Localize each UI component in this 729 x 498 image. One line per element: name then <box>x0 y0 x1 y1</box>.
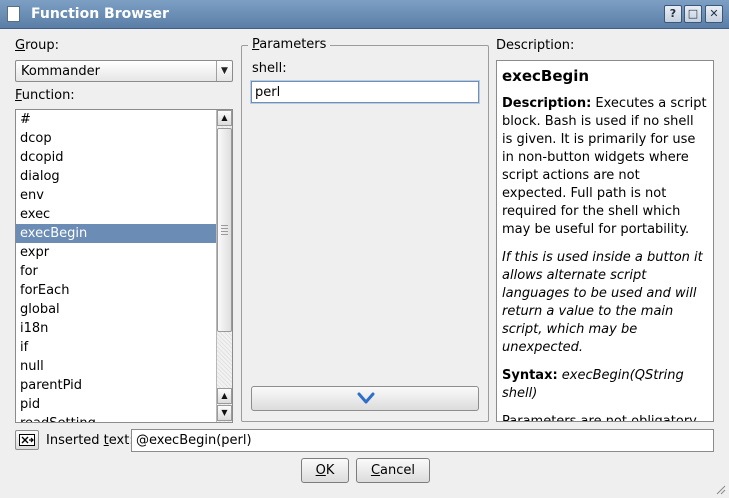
scroll-up-button-lower[interactable]: ▲ <box>217 388 232 404</box>
group-label: Group: <box>15 38 59 53</box>
window-icon[interactable] <box>7 6 20 22</box>
list-item[interactable]: readSetting <box>16 414 217 422</box>
description-label: Description: <box>496 38 575 53</box>
function-list-scrollbar[interactable]: ▲ ▲ ▼ <box>216 110 232 422</box>
list-item[interactable]: # <box>16 110 217 129</box>
function-list-items: # dcop dcopid dialog env exec execBegin expr for… <box>16 110 217 422</box>
shell-input[interactable]: perl <box>251 81 479 103</box>
list-item[interactable]: global <box>16 300 217 319</box>
scroll-up-button[interactable]: ▲ <box>217 110 232 126</box>
arrow-up-icon: ▲ <box>221 391 228 400</box>
shell-input-value: perl <box>255 85 281 100</box>
shell-label: shell: <box>252 61 287 76</box>
inserted-text-field[interactable]: @execBegin(perl) <box>131 429 714 452</box>
insert-text-icon <box>19 434 35 446</box>
close-icon: ✕ <box>709 7 719 20</box>
parameters-note: Parameters are not obligatory. <box>502 414 700 422</box>
list-item[interactable]: dcopid <box>16 148 217 167</box>
list-item[interactable]: null <box>16 357 217 376</box>
list-item[interactable]: parentPid <box>16 376 217 395</box>
maximize-icon: □ <box>687 7 699 20</box>
arrow-down-icon: ▼ <box>221 408 228 417</box>
help-icon: ? <box>669 7 677 20</box>
list-item[interactable]: dialog <box>16 167 217 186</box>
syntax-text: Syntax: execBegin(QString shell) <box>502 368 684 401</box>
list-item[interactable]: exec <box>16 205 217 224</box>
insert-text-button[interactable] <box>15 430 39 450</box>
chevron-down-icon[interactable]: ▼ <box>216 61 232 81</box>
description-heading: execBegin <box>502 67 590 85</box>
description-note: If this is used inside a button it allow… <box>502 250 703 355</box>
description-panel: execBegin Description: Executes a script… <box>496 60 714 422</box>
list-item[interactable]: pid <box>16 395 217 414</box>
function-list[interactable]: # dcop dcopid dialog env exec execBegin expr for… <box>15 109 233 423</box>
grip-icon <box>221 225 228 237</box>
list-item[interactable]: forEach <box>16 281 217 300</box>
list-item[interactable]: dcop <box>16 129 217 148</box>
title-bar[interactable]: Function Browser ? □ ✕ <box>0 0 729 29</box>
scroll-thumb[interactable] <box>217 128 232 332</box>
list-item[interactable]: execBegin <box>16 224 217 243</box>
ok-button[interactable]: OK <box>301 458 349 483</box>
list-item[interactable]: env <box>16 186 217 205</box>
close-button[interactable]: ✕ <box>705 5 723 23</box>
maximize-button[interactable]: □ <box>684 5 702 23</box>
group-selected-value: Kommander <box>21 64 100 79</box>
description-text: Description: Executes a script block. Ba… <box>502 96 707 237</box>
inserted-text-label: Inserted text: <box>46 433 134 448</box>
chevron-down-icon <box>357 392 375 404</box>
list-item[interactable]: for <box>16 262 217 281</box>
arrow-up-icon: ▲ <box>221 113 228 122</box>
parameters-title: Parameters <box>248 37 331 52</box>
window-title: Function Browser <box>31 6 169 22</box>
inserted-text-value: @execBegin(perl) <box>136 433 252 448</box>
function-label: Function: <box>15 88 75 103</box>
cancel-button[interactable]: Cancel <box>356 458 430 483</box>
list-item[interactable]: expr <box>16 243 217 262</box>
scroll-down-button[interactable]: ▼ <box>217 405 232 421</box>
list-item[interactable]: i18n <box>16 319 217 338</box>
resize-grip-icon[interactable] <box>714 483 726 495</box>
group-combobox[interactable]: Kommander ▼ <box>15 60 233 82</box>
insert-parameters-button[interactable] <box>251 386 479 411</box>
list-item[interactable]: if <box>16 338 217 357</box>
help-button[interactable]: ? <box>664 5 682 23</box>
